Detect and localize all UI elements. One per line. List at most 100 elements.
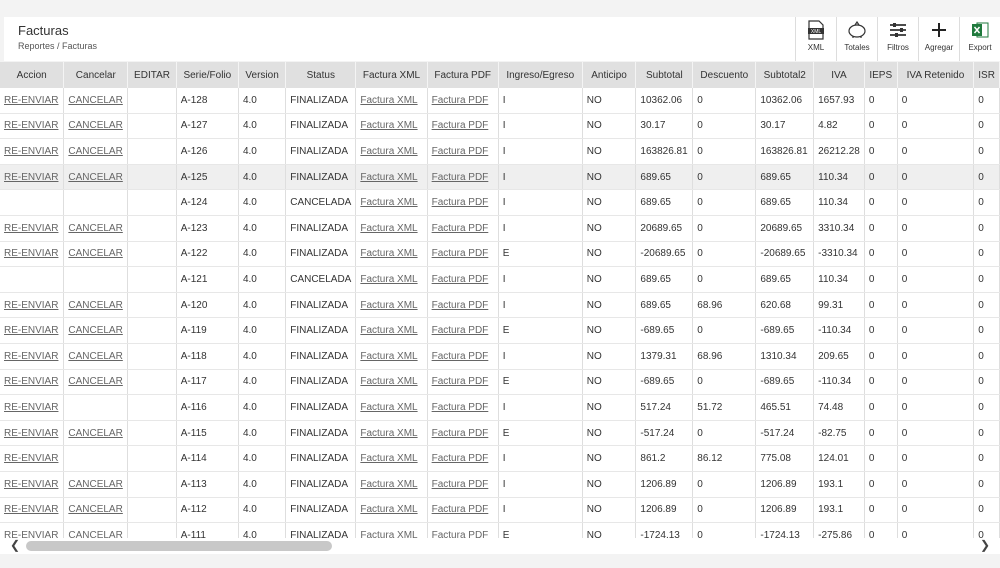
reenviar-link[interactable]: RE-ENVIAR bbox=[4, 95, 58, 106]
factura-xml-link[interactable]: Factura XML bbox=[360, 248, 417, 259]
export-button[interactable]: Export bbox=[959, 17, 1000, 61]
column-header[interactable]: IEPS bbox=[864, 62, 898, 88]
factura-xml-link[interactable]: Factura XML bbox=[360, 504, 417, 515]
factura-pdf-link[interactable]: Factura PDF bbox=[432, 428, 489, 439]
factura-pdf-link[interactable]: Factura PDF bbox=[432, 530, 489, 538]
factura-pdf-link[interactable]: Factura PDF bbox=[432, 248, 489, 259]
reenviar-link[interactable]: RE-ENVIAR bbox=[4, 402, 58, 413]
factura-pdf-link[interactable]: Factura PDF bbox=[432, 351, 489, 362]
factura-xml-link[interactable]: Factura XML bbox=[360, 172, 417, 183]
cancelar-link[interactable]: CANCELAR bbox=[68, 146, 122, 157]
factura-xml-link[interactable]: Factura XML bbox=[360, 197, 417, 208]
factura-pdf-link[interactable]: Factura PDF bbox=[432, 453, 489, 464]
column-header[interactable]: Version bbox=[238, 62, 287, 88]
factura-xml-link[interactable]: Factura XML bbox=[360, 223, 417, 234]
factura-pdf-link[interactable]: Factura PDF bbox=[432, 120, 489, 131]
factura-pdf-link[interactable]: Factura PDF bbox=[432, 479, 489, 490]
column-header[interactable]: ISR bbox=[973, 62, 1000, 88]
factura-xml-link[interactable]: Factura XML bbox=[360, 376, 417, 387]
column-header[interactable]: Ingreso/Egreso bbox=[498, 62, 583, 88]
reenviar-link[interactable]: RE-ENVIAR bbox=[4, 300, 58, 311]
scroll-right-icon[interactable]: ❯ bbox=[980, 538, 990, 552]
cancelar-link[interactable]: CANCELAR bbox=[68, 172, 122, 183]
cancelar-link[interactable]: CANCELAR bbox=[68, 479, 122, 490]
table-cell: 3310.34 bbox=[813, 215, 865, 242]
column-header[interactable]: Status bbox=[285, 62, 357, 88]
reenviar-link[interactable]: RE-ENVIAR bbox=[4, 504, 58, 515]
column-header[interactable]: Factura PDF bbox=[427, 62, 499, 88]
horizontal-scrollbar[interactable]: ❮ ❯ bbox=[0, 538, 1000, 554]
table-cell: CANCELAR bbox=[63, 113, 129, 140]
factura-xml-link[interactable]: Factura XML bbox=[360, 300, 417, 311]
reenviar-link[interactable]: RE-ENVIAR bbox=[4, 479, 58, 490]
factura-xml-link[interactable]: Factura XML bbox=[360, 95, 417, 106]
reenviar-link[interactable]: RE-ENVIAR bbox=[4, 351, 58, 362]
column-header[interactable]: Factura XML bbox=[355, 62, 428, 88]
factura-pdf-link[interactable]: Factura PDF bbox=[432, 274, 489, 285]
factura-xml-link[interactable]: Factura XML bbox=[360, 146, 417, 157]
agregar-button[interactable]: Agregar bbox=[918, 17, 959, 61]
factura-pdf-link[interactable]: Factura PDF bbox=[432, 325, 489, 336]
reenviar-link[interactable]: RE-ENVIAR bbox=[4, 453, 58, 464]
cancelar-link[interactable]: CANCELAR bbox=[68, 376, 122, 387]
cancelar-link[interactable]: CANCELAR bbox=[68, 248, 122, 259]
scrollbar-thumb[interactable] bbox=[26, 541, 332, 551]
factura-xml-link[interactable]: Factura XML bbox=[360, 453, 417, 464]
factura-pdf-link[interactable]: Factura PDF bbox=[432, 504, 489, 515]
column-header[interactable]: EDITAR bbox=[127, 62, 177, 88]
factura-pdf-link[interactable]: Factura PDF bbox=[432, 197, 489, 208]
column-header[interactable]: Subtotal bbox=[635, 62, 694, 88]
cancelar-link[interactable]: CANCELAR bbox=[68, 504, 122, 515]
factura-xml-link[interactable]: Factura XML bbox=[360, 351, 417, 362]
xml-button[interactable]: XML XML bbox=[795, 17, 836, 61]
factura-pdf-link[interactable]: Factura PDF bbox=[432, 376, 489, 387]
table-cell: 0 bbox=[973, 215, 1000, 242]
table-cell: NO bbox=[582, 394, 637, 421]
column-header[interactable]: Serie/Folio bbox=[176, 62, 239, 88]
cancelar-link[interactable]: CANCELAR bbox=[68, 351, 122, 362]
reenviar-link[interactable]: RE-ENVIAR bbox=[4, 428, 58, 439]
cancelar-link[interactable]: CANCELAR bbox=[68, 325, 122, 336]
column-header[interactable]: IVA bbox=[813, 62, 865, 88]
factura-xml-link[interactable]: Factura XML bbox=[360, 402, 417, 413]
factura-pdf-link[interactable]: Factura PDF bbox=[432, 172, 489, 183]
factura-pdf-link[interactable]: Factura PDF bbox=[432, 402, 489, 413]
cancelar-link[interactable]: CANCELAR bbox=[68, 530, 122, 538]
factura-xml-link[interactable]: Factura XML bbox=[360, 479, 417, 490]
reenviar-link[interactable]: RE-ENVIAR bbox=[4, 376, 58, 387]
column-header[interactable]: Subtotal2 bbox=[755, 62, 815, 88]
column-header[interactable]: Anticipo bbox=[582, 62, 637, 88]
factura-pdf-link[interactable]: Factura PDF bbox=[432, 95, 489, 106]
factura-pdf-link[interactable]: Factura PDF bbox=[432, 300, 489, 311]
column-header[interactable]: Cancelar bbox=[63, 62, 129, 88]
reenviar-link[interactable]: RE-ENVIAR bbox=[4, 248, 58, 259]
column-header[interactable]: IVA Retenido bbox=[897, 62, 975, 88]
factura-xml-link[interactable]: Factura XML bbox=[360, 530, 417, 538]
cancelar-link[interactable]: CANCELAR bbox=[68, 95, 122, 106]
table-cell: A-111 bbox=[176, 522, 239, 538]
reenviar-link[interactable]: RE-ENVIAR bbox=[4, 223, 58, 234]
column-header[interactable]: Accion bbox=[0, 62, 65, 88]
factura-xml-link[interactable]: Factura XML bbox=[360, 428, 417, 439]
cancelar-link[interactable]: CANCELAR bbox=[68, 120, 122, 131]
table-cell: 775.08 bbox=[755, 445, 815, 472]
factura-xml-link[interactable]: Factura XML bbox=[360, 274, 417, 285]
totales-button[interactable]: Totales bbox=[836, 17, 877, 61]
reenviar-link[interactable]: RE-ENVIAR bbox=[4, 325, 58, 336]
filtros-button[interactable]: Filtros bbox=[877, 17, 918, 61]
factura-pdf-link[interactable]: Factura PDF bbox=[432, 223, 489, 234]
reenviar-link[interactable]: RE-ENVIAR bbox=[4, 120, 58, 131]
factura-xml-link[interactable]: Factura XML bbox=[360, 325, 417, 336]
cancelar-link[interactable]: CANCELAR bbox=[68, 428, 122, 439]
factura-pdf-link[interactable]: Factura PDF bbox=[432, 146, 489, 157]
factura-xml-link[interactable]: Factura XML bbox=[360, 120, 417, 131]
reenviar-link[interactable]: RE-ENVIAR bbox=[4, 146, 58, 157]
scroll-left-icon[interactable]: ❮ bbox=[10, 538, 20, 552]
table-cell: CANCELAR bbox=[63, 215, 129, 242]
column-header[interactable]: Descuento bbox=[692, 62, 757, 88]
reenviar-link[interactable]: RE-ENVIAR bbox=[4, 530, 58, 538]
table-cell: 0 bbox=[864, 189, 898, 216]
reenviar-link[interactable]: RE-ENVIAR bbox=[4, 172, 58, 183]
cancelar-link[interactable]: CANCELAR bbox=[68, 223, 122, 234]
cancelar-link[interactable]: CANCELAR bbox=[68, 300, 122, 311]
